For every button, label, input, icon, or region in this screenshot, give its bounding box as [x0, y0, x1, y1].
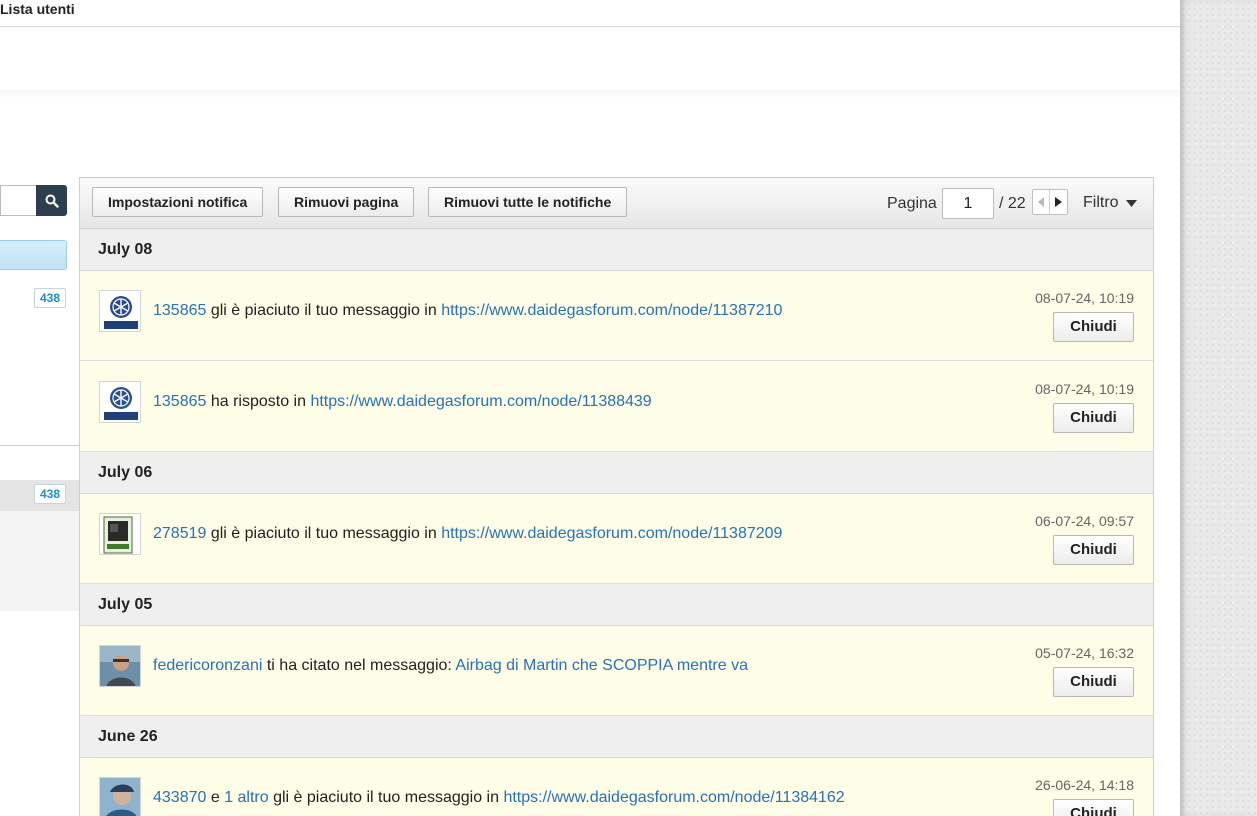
notifications-toolbar: Impostazioni notifica Rimuovi pagina Rim… [80, 178, 1153, 229]
notification-message: gli è piaciuto il tuo messaggio in [206, 525, 442, 542]
user-link[interactable]: federicoronzani [153, 657, 262, 674]
page-background [1180, 0, 1257, 816]
notification-item: 278519 gli è piaciuto il tuo messaggio i… [80, 494, 1153, 584]
notification-item: 135865 gli è piaciuto il tuo messaggio i… [80, 271, 1153, 361]
node-link[interactable]: https://www.daidegasforum.com/node/11388… [310, 393, 651, 410]
notification-text: 135865 gli è piaciuto il tuo messaggio i… [153, 302, 782, 320]
close-button[interactable]: Chiudi [1053, 667, 1134, 697]
avatar[interactable] [99, 381, 141, 423]
notification-timestamp: 06-07-24, 09:57 [1035, 513, 1134, 529]
search-button[interactable] [36, 185, 67, 216]
avatar[interactable] [99, 513, 141, 555]
notification-text: 278519 gli è piaciuto il tuo messaggio i… [153, 525, 782, 543]
date-group-header: June 26 [80, 716, 1153, 758]
sidebar-count-badge: 438 [34, 288, 66, 308]
nav-user-list-link[interactable]: Lista utenti [0, 1, 75, 17]
notification-settings-button[interactable]: Impostazioni notifica [92, 187, 264, 217]
page-number-input[interactable] [942, 188, 994, 219]
close-button[interactable]: Chiudi [1053, 799, 1134, 816]
close-button[interactable]: Chiudi [1053, 312, 1134, 342]
notification-timestamp: 08-07-24, 10:19 [1035, 290, 1134, 306]
node-link[interactable]: https://www.daidegasforum.com/node/11387… [441, 525, 782, 542]
notifications-panel: Impostazioni notifica Rimuovi pagina Rim… [79, 177, 1154, 816]
user-link[interactable]: 135865 [153, 393, 206, 410]
user-photo-icon [100, 646, 140, 686]
date-group-header: July 05 [80, 584, 1153, 626]
thread-link[interactable]: Airbag di Martin che SCOPPIA mentre va [455, 657, 748, 674]
notification-message: ha risposto in [206, 393, 311, 410]
caret-down-icon [1125, 199, 1137, 207]
notification-item: federicoronzani ti ha citato nel messagg… [80, 626, 1153, 716]
caret-left-icon [1037, 197, 1044, 207]
next-page-button[interactable] [1050, 190, 1067, 214]
pager-label: Pagina [887, 195, 937, 212]
yamaha-logo-icon [100, 291, 140, 331]
prev-page-button[interactable] [1033, 190, 1050, 214]
user-link[interactable]: 135865 [153, 302, 206, 319]
notification-timestamp: 26-06-24, 14:18 [1035, 777, 1134, 793]
notification-message: gli è piaciuto il tuo messaggio in [206, 302, 442, 319]
date-group-header: July 08 [80, 229, 1153, 271]
banner-divider [0, 90, 1180, 98]
notification-text: 135865 ha risposto in https://www.daideg… [153, 393, 652, 411]
caret-right-icon [1055, 197, 1062, 207]
filter-dropdown[interactable]: Filtro [1083, 194, 1137, 212]
notification-text: 433870 e 1 altro gli è piaciuto il tuo m… [153, 789, 845, 807]
others-link[interactable]: 1 altro [224, 789, 268, 806]
close-button[interactable]: Chiudi [1053, 535, 1134, 565]
close-button[interactable]: Chiudi [1053, 403, 1134, 433]
node-link[interactable]: https://www.daidegasforum.com/node/11384… [503, 789, 844, 806]
sidebar-count-badge: 438 [34, 484, 66, 504]
node-link[interactable]: https://www.daidegasforum.com/node/11387… [441, 302, 782, 319]
top-nav: Lista utenti [0, 0, 1180, 27]
sidebar-item-active[interactable] [0, 240, 67, 270]
pager-total: / 22 [999, 195, 1026, 212]
page: Lista utenti 438 438 Impostazioni notifi… [0, 0, 1180, 816]
sidebar-section [0, 511, 80, 611]
notification-text: federicoronzani ti ha citato nel messagg… [153, 657, 748, 675]
user-photo-icon [100, 778, 140, 816]
remove-all-button[interactable]: Rimuovi tutte le notifiche [428, 187, 628, 217]
yamaha-logo-icon [100, 382, 140, 422]
sidebar-divider [0, 445, 80, 446]
search-icon [45, 194, 59, 208]
notification-timestamp: 08-07-24, 10:19 [1035, 381, 1134, 397]
pager-arrows [1032, 189, 1068, 215]
avatar[interactable] [99, 290, 141, 332]
notification-item: 433870 e 1 altro gli è piaciuto il tuo m… [80, 758, 1153, 816]
notification-message: gli è piaciuto il tuo messaggio in [268, 789, 504, 806]
avatar[interactable] [99, 777, 141, 816]
notification-connector: e [206, 789, 225, 806]
search-input[interactable] [0, 185, 37, 216]
date-group-header: July 06 [80, 452, 1153, 494]
remove-page-button[interactable]: Rimuovi pagina [278, 187, 415, 217]
user-link[interactable]: 433870 [153, 789, 206, 806]
notification-timestamp: 05-07-24, 16:32 [1035, 645, 1134, 661]
notification-message: ti ha citato nel messaggio: [262, 657, 456, 674]
user-link[interactable]: 278519 [153, 525, 206, 542]
avatar[interactable] [99, 645, 141, 687]
engine-photo-icon [100, 514, 140, 554]
filter-label: Filtro [1083, 194, 1119, 211]
notification-item: 135865 ha risposto in https://www.daideg… [80, 362, 1153, 452]
